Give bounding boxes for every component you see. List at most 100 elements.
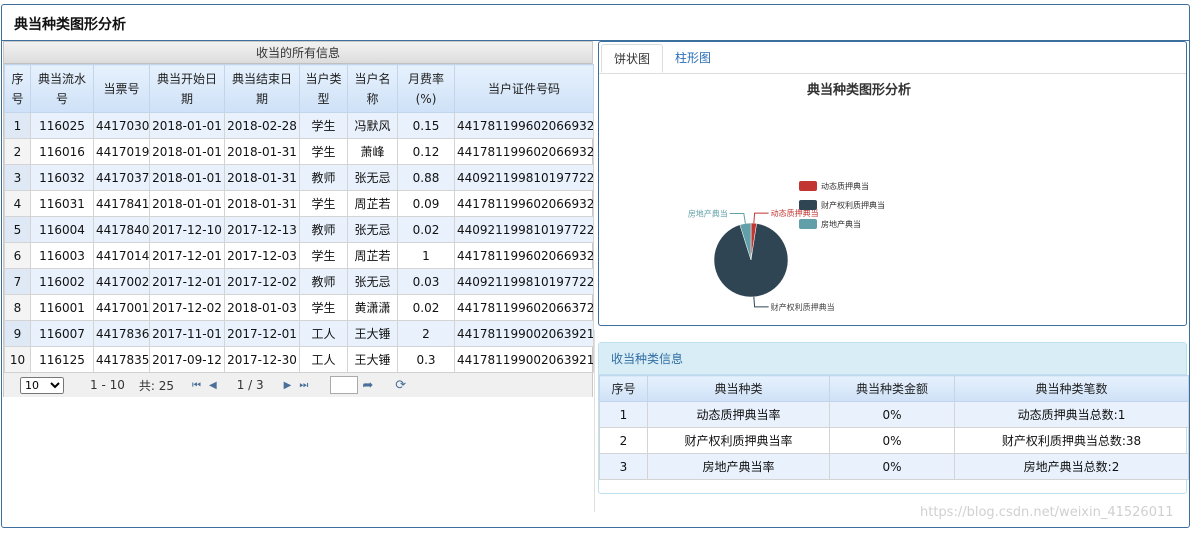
table-cell: 周芷若: [347, 190, 398, 217]
column-header[interactable]: 月费率 (%): [397, 64, 455, 113]
column-header-line: 称: [366, 91, 379, 106]
column-header[interactable]: 当票号: [93, 64, 150, 113]
summary-cell: 3: [599, 453, 648, 480]
table-cell: 116125: [30, 346, 94, 373]
table-cell: 4417840: [93, 216, 150, 243]
page-number-input[interactable]: [330, 376, 359, 394]
table-cell: 441781199602066372: [454, 294, 594, 321]
pie-label-line: [753, 296, 769, 308]
column-header-line: 当票号: [103, 81, 140, 96]
table-cell: 116025: [30, 112, 94, 139]
first-page-icon[interactable]: ⏮: [192, 380, 201, 391]
legend-swatch[interactable]: [799, 200, 817, 210]
table-cell: 2017-12-01: [149, 268, 225, 295]
table-cell: 4417019: [93, 138, 150, 165]
table-row[interactable]: 2 116016 4417019 2018-01-01 2018-01-31 学生 萧峰 0.…: [4, 138, 594, 165]
summary-cell: 动态质押典当率: [647, 401, 830, 428]
table-row[interactable]: 3 116032 4417037 2018-01-01 2018-01-31 教师 张无忌 0…: [4, 164, 594, 191]
table-cell: 张无忌: [347, 268, 398, 295]
table-row[interactable]: 4 116031 4417841 2018-01-01 2018-01-31 学生 周芷若 0…: [4, 190, 594, 217]
table-cell: 4: [4, 190, 31, 217]
table-cell: 学生: [299, 242, 348, 269]
table-cell: 王大锤: [347, 320, 398, 347]
chart-title: 典当种类图形分析: [807, 82, 911, 98]
table-row[interactable]: 1 116025 4417030 2018-01-01 2018-02-28 学生 冯默风 0…: [4, 112, 594, 139]
next-page-icon[interactable]: ▶: [284, 380, 292, 391]
table-cell: 116001: [30, 294, 94, 321]
table-cell: 4417030: [93, 112, 150, 139]
column-header-line: 月费率: [407, 71, 444, 86]
table-cell: 2017-12-02: [149, 294, 225, 321]
table-cell: 2018-01-01: [149, 190, 225, 217]
table-cell: 116004: [30, 216, 94, 243]
table-row[interactable]: 9 116007 4417836 2017-11-01 2017-12-01 工人 王大锤 2…: [4, 320, 594, 347]
table-cell: 萧峰: [347, 138, 398, 165]
summary-cell: 房地产典当率: [647, 453, 830, 480]
table-cell: 5: [4, 216, 31, 243]
summary-row: 1 动态质押典当率 0% 动态质押典当总数:1: [599, 401, 1189, 428]
legend-label[interactable]: 动态质押典当: [821, 181, 869, 191]
page-info: 1 / 3: [236, 378, 264, 392]
column-header[interactable]: 典当流水号: [30, 64, 94, 113]
legend-swatch[interactable]: [799, 181, 817, 191]
table-cell: 2018-01-31: [224, 164, 300, 191]
table-row[interactable]: 8 116001 4417001 2017-12-02 2018-01-03 学生 黄潇潇 0…: [4, 294, 594, 321]
table-cell: 116002: [30, 268, 94, 295]
column-header[interactable]: 当户名称: [347, 64, 398, 113]
table-cell: 2017-12-01: [224, 320, 300, 347]
column-header-line: 典当流水: [37, 71, 86, 86]
legend-label[interactable]: 财产权利质押典当: [821, 200, 885, 210]
table-cell: 工人: [299, 320, 348, 347]
table-row[interactable]: 10 116125 4417835 2017-09-12 2017-12-30 工人 王大锤…: [4, 346, 594, 373]
pie-label-line: [753, 212, 769, 224]
prev-page-icon[interactable]: ◀: [209, 380, 217, 391]
column-header[interactable]: 当户证件号码: [454, 64, 594, 113]
column-header[interactable]: 典当结束日期: [224, 64, 300, 113]
column-header-line: 典当结束日: [231, 71, 292, 86]
table-cell: 学生: [299, 294, 348, 321]
table-cell: 4417002: [93, 268, 150, 295]
legend-label[interactable]: 房地产典当: [821, 219, 861, 229]
last-page-icon[interactable]: ⏭: [299, 380, 308, 391]
page-range: 1 - 10: [90, 378, 125, 392]
table-cell: 2018-02-28: [224, 112, 300, 139]
column-header[interactable]: 典当开始日期: [149, 64, 225, 113]
table-cell: 教师: [299, 164, 348, 191]
table-cell: 0.88: [397, 164, 455, 191]
pawn-records-grid: 收当的所有信息 序号典当流水号当票号 典当开始日期典当结束日期当户类型当户名称月费…: [3, 41, 594, 397]
table-cell: 2018-01-01: [149, 112, 225, 139]
pie-slice-label: 房地产典当: [688, 209, 728, 219]
column-header[interactable]: 序号: [4, 64, 31, 113]
table-cell: 教师: [299, 268, 348, 295]
table-cell: 4417001: [93, 294, 150, 321]
records-table: 序号典当流水号当票号 典当开始日期典当结束日期当户类型当户名称月费率 (%) 当户证件…: [4, 64, 594, 373]
table-cell: 441781199602066932: [454, 242, 594, 269]
table-cell: 0.15: [397, 112, 455, 139]
table-cell: 2018-01-01: [149, 138, 225, 165]
column-header-line: 当户名: [354, 71, 391, 86]
page-size-select[interactable]: 10: [20, 376, 64, 394]
table-cell: 2018-01-31: [224, 138, 300, 165]
table-cell: 2017-12-30: [224, 346, 300, 373]
tab-pie-chart[interactable]: 饼状图: [601, 44, 664, 73]
summary-column-header: 典当种类金额: [829, 375, 955, 402]
column-header-line: (%): [415, 91, 437, 106]
pie-label-line: [729, 213, 746, 224]
table-cell: 440921199810197722: [454, 164, 594, 191]
table-cell: 116016: [30, 138, 94, 165]
table-row[interactable]: 6 116003 4417014 2017-12-01 2017-12-03 学生 周芷若 1…: [4, 242, 594, 269]
column-header[interactable]: 当户类型: [299, 64, 348, 113]
summary-cell: 动态质押典当总数:1: [954, 401, 1189, 428]
table-row[interactable]: 7 116002 4417002 2017-12-01 2017-12-02 教师 张无忌 0…: [4, 268, 594, 295]
table-cell: 学生: [299, 112, 348, 139]
table-cell: 4417836: [93, 320, 150, 347]
refresh-icon[interactable]: ⟳: [395, 378, 406, 393]
table-cell: 2017-09-12: [149, 346, 225, 373]
table-cell: 2018-01-03: [224, 294, 300, 321]
table-cell: 441781199002063921: [454, 346, 594, 373]
tab-bar-chart[interactable]: 柱形图: [663, 42, 723, 73]
legend-swatch[interactable]: [799, 219, 817, 229]
table-cell: 441781199602066932: [454, 190, 594, 217]
go-page-icon[interactable]: ➦: [362, 378, 373, 393]
table-row[interactable]: 5 116004 4417840 2017-12-10 2017-12-13 教师 张无忌 0…: [4, 216, 594, 243]
